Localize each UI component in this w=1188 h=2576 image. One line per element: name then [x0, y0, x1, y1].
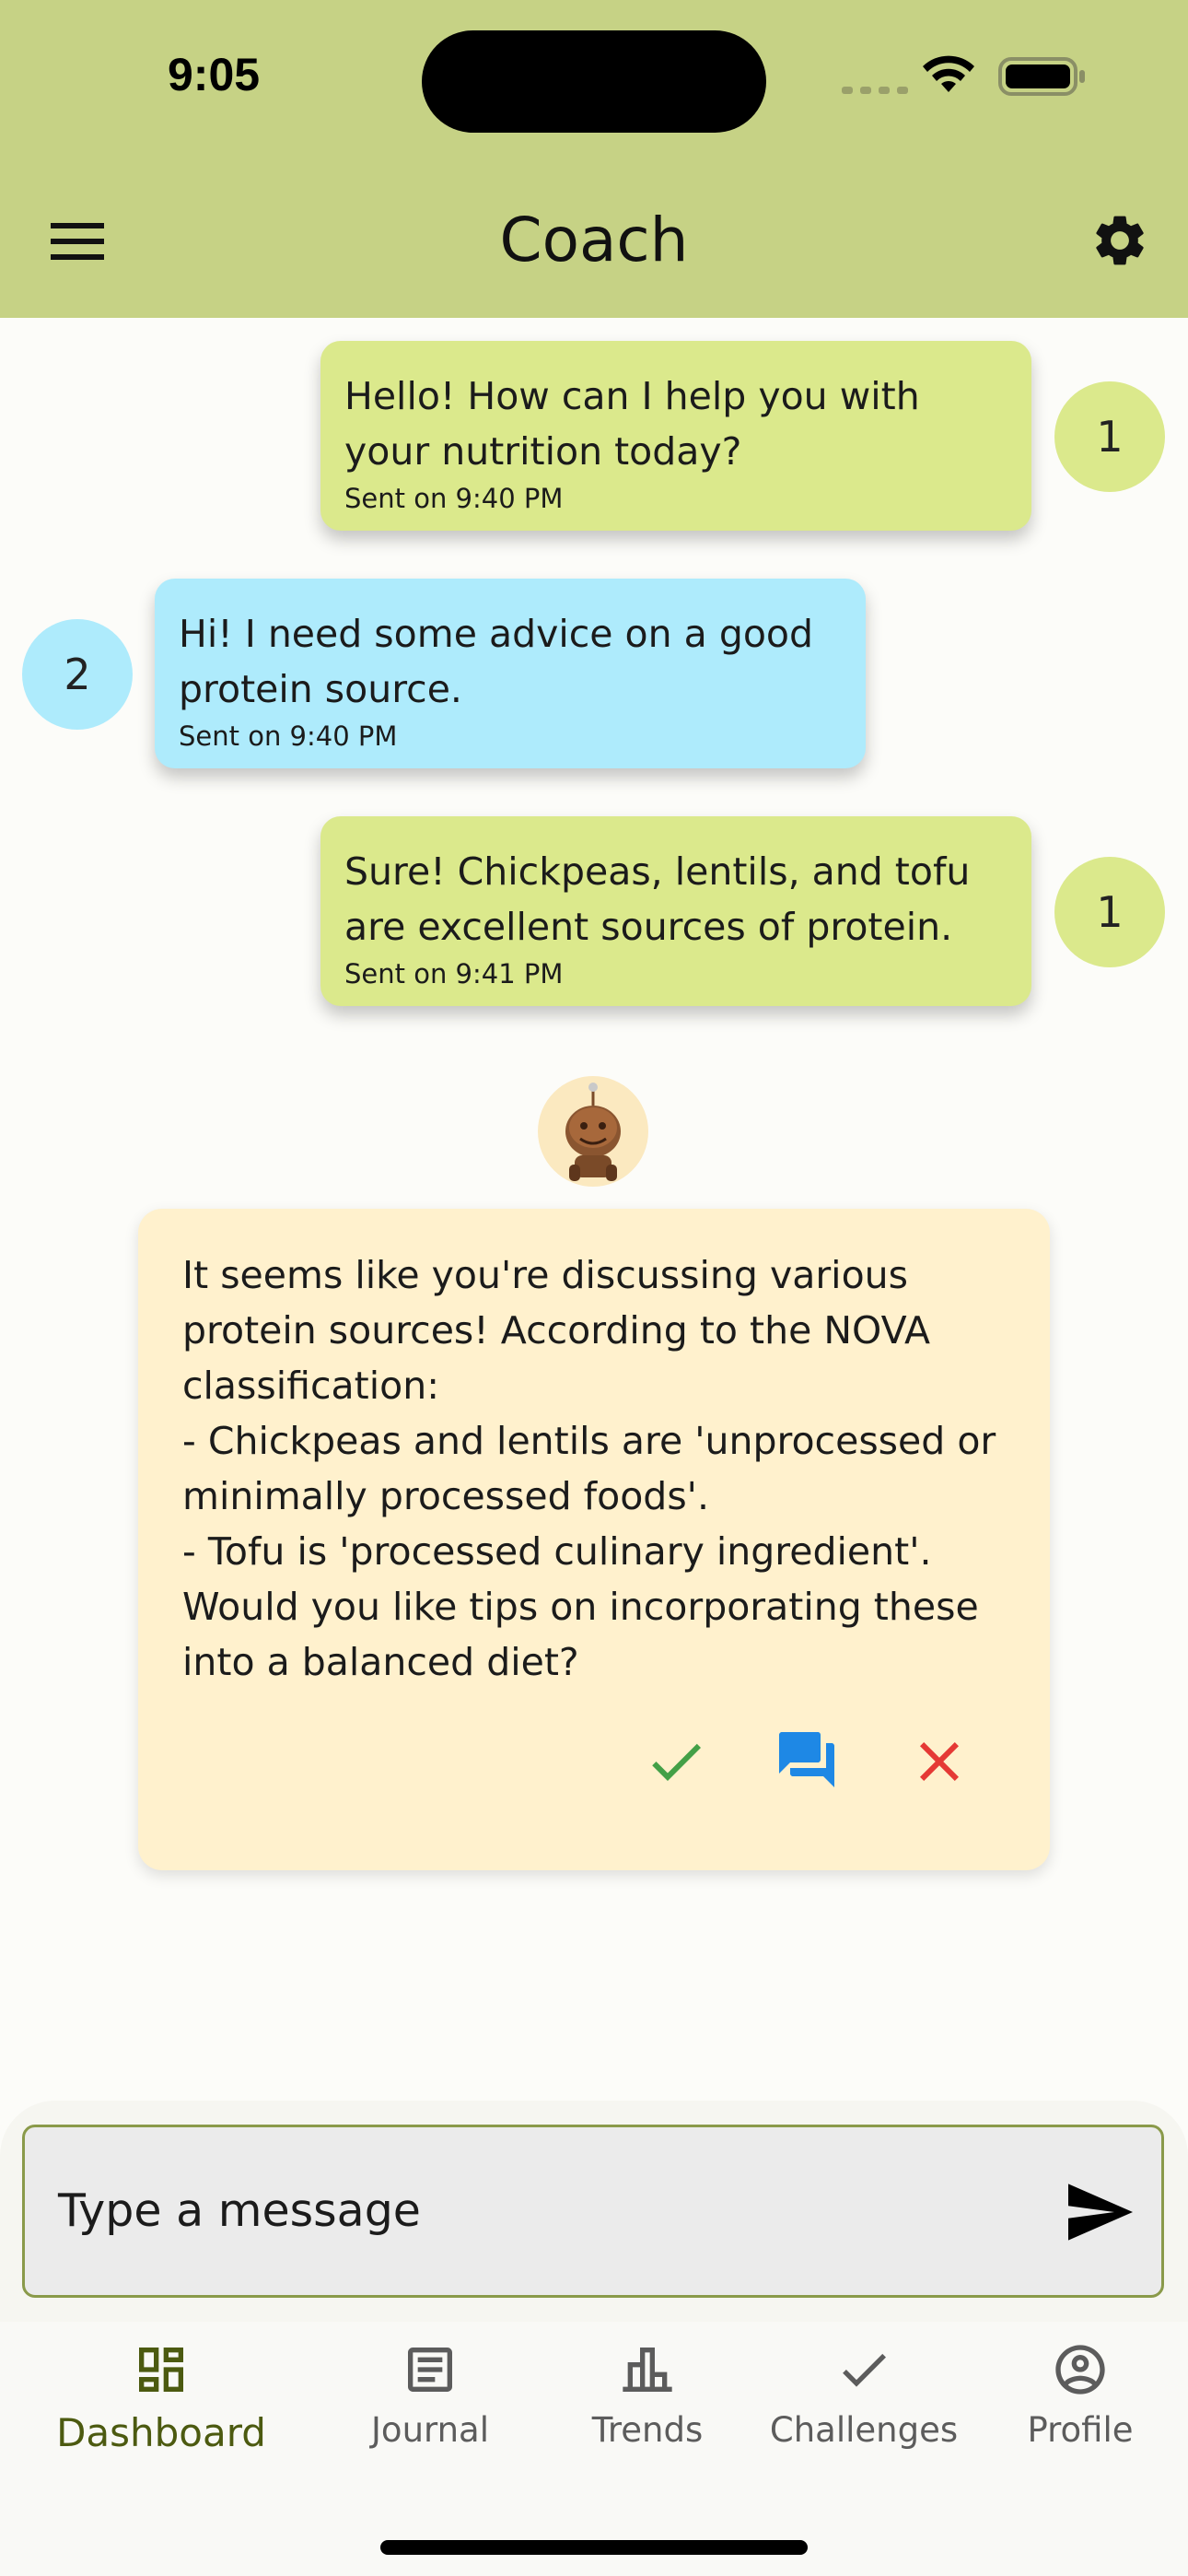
- send-icon[interactable]: [1068, 2184, 1133, 2241]
- status-time: 9:05: [168, 49, 261, 100]
- gear-icon[interactable]: [1089, 210, 1150, 271]
- trends-icon: [623, 2348, 672, 2392]
- profile-icon: [1055, 2345, 1105, 2395]
- tab-trends[interactable]: Trends: [542, 2340, 753, 2450]
- battery-icon: [998, 57, 1085, 96]
- tab-dashboard[interactable]: Dashboard: [55, 2340, 267, 2455]
- message-timestamp: Sent on 9:41 PM: [344, 958, 564, 989]
- dashboard-icon: [139, 2348, 183, 2392]
- message-timestamp: Sent on 9:40 PM: [344, 483, 564, 514]
- home-indicator[interactable]: [380, 2540, 808, 2555]
- message-text: Hello! How can I help you with your nutr…: [344, 374, 920, 474]
- tab-label: Challenges: [769, 2410, 959, 2450]
- message-timestamp: Sent on 9:40 PM: [179, 720, 398, 752]
- robot-icon: [565, 1083, 621, 1181]
- message-text: Sure! Chickpeas, lentils, and tofu are e…: [344, 849, 971, 949]
- discuss-chat-icon[interactable]: [774, 1727, 840, 1793]
- journal-icon: [408, 2348, 452, 2392]
- sender-avatar: 2: [22, 619, 133, 730]
- check-icon: [843, 2353, 886, 2387]
- wifi-icon: [923, 55, 974, 92]
- message-text: Hi! I need some advice on a good protein…: [179, 612, 814, 711]
- status-icons: [842, 55, 1085, 96]
- tab-label: Dashboard: [56, 2410, 266, 2455]
- tab-label: Journal: [371, 2410, 489, 2450]
- chat-message[interactable]: Sure! Chickpeas, lentils, and tofu are e…: [320, 816, 1031, 1006]
- chat-message[interactable]: Hello! How can I help you with your nutr…: [320, 341, 1031, 531]
- message-input-placeholder: Type a message: [58, 2184, 421, 2237]
- dynamic-island: [422, 30, 766, 133]
- tab-profile[interactable]: Profile: [974, 2340, 1186, 2450]
- page-title: Coach: [499, 205, 689, 275]
- coach-avatar: [538, 1076, 648, 1187]
- sender-avatar: 1: [1054, 857, 1165, 967]
- sender-avatar: 1: [1054, 381, 1165, 492]
- tab-label: Trends: [591, 2410, 704, 2450]
- coach-suggestion-text: It seems like you're discussing various …: [182, 1253, 996, 1684]
- tab-journal[interactable]: Journal: [324, 2340, 536, 2450]
- accept-check-icon[interactable]: [643, 1728, 709, 1795]
- dismiss-close-icon[interactable]: [906, 1728, 973, 1795]
- cellular-signal-icon: [842, 87, 908, 94]
- tab-label: Profile: [1027, 2410, 1134, 2450]
- tab-challenges[interactable]: Challenges: [758, 2340, 970, 2450]
- message-input[interactable]: Type a message: [22, 2125, 1164, 2298]
- chat-message[interactable]: Hi! I need some advice on a good protein…: [155, 579, 866, 768]
